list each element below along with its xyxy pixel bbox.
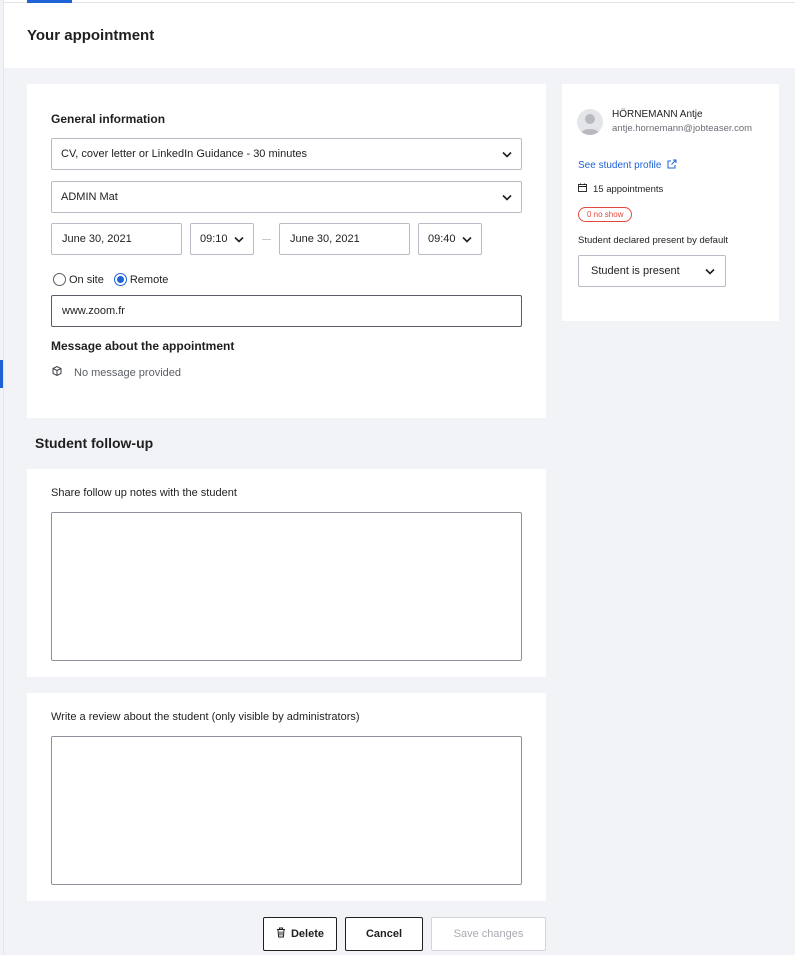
chevron-down-icon: [234, 234, 244, 244]
presence-select[interactable]: Student is present: [578, 255, 726, 287]
student-followup-heading: Student follow-up: [35, 435, 154, 451]
no-show-badge: 0 no show: [578, 207, 633, 222]
on-site-radio-label: On site: [69, 273, 104, 286]
delete-button-label: Delete: [290, 928, 325, 940]
student-profile-link[interactable]: See student profile: [578, 159, 677, 172]
chevron-down-icon: [462, 234, 472, 244]
save-changes-button[interactable]: Save changes: [431, 917, 546, 951]
student-review-label: Write a review about the student (only v…: [51, 711, 360, 723]
end-time-select[interactable]: 09:40: [418, 223, 482, 255]
followup-notes-textarea[interactable]: [51, 512, 522, 661]
calendar-icon: [578, 183, 587, 195]
start-time-value: 09:10: [200, 233, 228, 245]
cancel-button[interactable]: Cancel: [345, 917, 423, 951]
presence-select-value: Student is present: [591, 265, 680, 277]
left-nav-active-marker: [0, 360, 3, 388]
location-type-radios: On site Remote: [53, 273, 168, 286]
message-text: No message provided: [74, 366, 182, 379]
presence-label: Student declared present by default: [578, 235, 728, 246]
end-date-input[interactable]: June 30, 2021: [279, 223, 410, 255]
student-review-textarea[interactable]: [51, 736, 522, 885]
meeting-link-value: www.zoom.fr: [62, 305, 125, 317]
advisor-select[interactable]: ADMIN Mat: [51, 181, 522, 213]
followup-notes-card: Share follow up notes with the student: [27, 469, 546, 677]
end-date-value: June 30, 2021: [290, 233, 360, 245]
student-card: HÖRNEMANN Antje antje.hornemann@jobtease…: [562, 84, 779, 321]
page-title: Your appointment: [27, 27, 155, 44]
external-link-icon: [667, 159, 677, 172]
start-date-value: June 30, 2021: [62, 233, 132, 245]
trash-icon: [276, 927, 286, 941]
start-time-select[interactable]: 09:10: [190, 223, 254, 255]
message-box-icon: [51, 365, 63, 380]
time-range-separator: [262, 239, 271, 240]
remote-radio-label: Remote: [129, 273, 169, 286]
student-name: HÖRNEMANN Antje: [612, 109, 703, 120]
general-information-card: General information CV, cover letter or …: [27, 84, 546, 418]
start-date-input[interactable]: June 30, 2021: [51, 223, 182, 255]
avatar: [577, 109, 603, 135]
radio-checked-icon: [113, 273, 127, 286]
radio-unchecked-icon: [53, 273, 66, 286]
chevron-down-icon: [705, 266, 715, 276]
appointments-count: 15 appointments: [593, 183, 664, 195]
followup-notes-label: Share follow up notes with the student: [51, 487, 237, 499]
message-heading: Message about the appointment: [51, 339, 235, 353]
on-site-radio[interactable]: On site: [53, 273, 104, 286]
end-time-value: 09:40: [428, 233, 456, 245]
delete-button[interactable]: Delete: [263, 917, 337, 951]
page-header: Your appointment: [4, 3, 795, 68]
remote-radio[interactable]: Remote: [113, 273, 169, 286]
chevron-down-icon: [502, 149, 512, 159]
general-information-heading: General information: [51, 112, 166, 126]
service-select-value: CV, cover letter or LinkedIn Guidance - …: [61, 148, 308, 160]
advisor-select-value: ADMIN Mat: [61, 191, 118, 203]
appointments-count-row: 15 appointments: [578, 183, 663, 195]
chevron-down-icon: [502, 192, 512, 202]
student-email: antje.hornemann@jobteaser.com: [612, 123, 753, 134]
student-profile-link-label: See student profile: [578, 160, 662, 171]
service-select[interactable]: CV, cover letter or LinkedIn Guidance - …: [51, 138, 522, 170]
meeting-link-input[interactable]: www.zoom.fr: [51, 295, 522, 327]
student-review-card: Write a review about the student (only v…: [27, 693, 546, 901]
message-row: No message provided: [51, 365, 181, 380]
